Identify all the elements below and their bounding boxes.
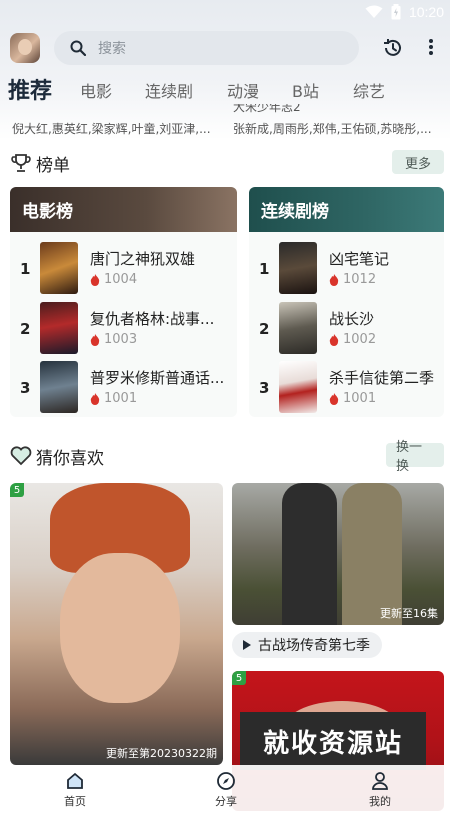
battery-icon xyxy=(391,4,401,20)
rank-number: 1 xyxy=(20,260,31,278)
wifi-icon xyxy=(365,5,383,18)
poster-image xyxy=(40,361,78,413)
trophy-icon xyxy=(11,154,31,172)
tab-series[interactable]: 连续剧 xyxy=(145,78,193,102)
heart-icon xyxy=(10,446,32,466)
series-ranking-card: 连续剧榜 1 凶宅笔记 1012 2 战长沙 1002 3 杀手信徒第二季 10… xyxy=(249,187,444,417)
fire-icon xyxy=(90,333,100,346)
heat-value: 1001 xyxy=(329,391,376,406)
ranking-item-name: 杀手信徒第二季 xyxy=(329,369,435,387)
heat-text: 1004 xyxy=(104,272,138,287)
ranking-row[interactable]: 3 杀手信徒第二季 1001 xyxy=(249,361,444,413)
history-icon[interactable] xyxy=(382,37,404,59)
person-icon xyxy=(372,772,388,790)
figure-shape xyxy=(342,483,402,625)
rank-number: 2 xyxy=(20,320,31,338)
tab-bilibili[interactable]: B站 xyxy=(292,78,319,102)
nav-home[interactable]: 首页 xyxy=(45,771,105,809)
face-shape xyxy=(60,553,180,703)
search-bar[interactable]: 搜索 xyxy=(54,31,359,65)
nav-mine[interactable]: 我的 xyxy=(350,771,410,809)
fire-icon xyxy=(90,273,100,286)
cast-strip: 大宋少年志2 倪大红,惠英红,梁家辉,叶童,刘亚津,... 张新成,周雨彤,郑伟… xyxy=(0,104,450,138)
home-icon xyxy=(67,772,83,789)
feed-title-text: 古战场传奇第七季 xyxy=(258,638,370,654)
heat-value: 1001 xyxy=(90,391,137,406)
heat-value: 1002 xyxy=(329,332,376,347)
more-vertical-icon[interactable] xyxy=(428,38,434,56)
ranking-row[interactable]: 2 复仇者格林:战事... 1003 xyxy=(10,302,237,354)
nav-mine-label: 我的 xyxy=(369,795,391,808)
refresh-button[interactable]: 换一换 xyxy=(386,440,444,474)
avatar[interactable] xyxy=(10,33,40,63)
header: 搜索 xyxy=(0,30,450,66)
tab-movie[interactable]: 电影 xyxy=(80,78,112,102)
update-label: 更新至第20230322期 xyxy=(106,747,217,760)
heat-value: 1003 xyxy=(90,332,137,347)
play-icon xyxy=(243,640,251,650)
ranking-item-name: 战长沙 xyxy=(329,310,375,328)
cast-list-right[interactable]: 张新成,周雨彤,郑伟,王佑硕,苏晓彤,... xyxy=(233,120,443,137)
heat-text: 1001 xyxy=(343,391,377,406)
ranking-row[interactable]: 1 凶宅笔记 1012 xyxy=(249,242,444,294)
ranking-item-name: 复仇者格林:战事... xyxy=(90,310,215,328)
nav-home-label: 首页 xyxy=(64,795,86,808)
series-ranking-title[interactable]: 连续剧榜 xyxy=(249,187,444,232)
feed-card[interactable]: 更新至16集 xyxy=(232,483,444,625)
score-badge: 5 xyxy=(232,671,246,685)
poster-image xyxy=(279,302,317,354)
poster-image xyxy=(279,361,317,413)
search-placeholder: 搜索 xyxy=(98,41,126,57)
score-badge: 5 xyxy=(10,483,24,497)
feed-card[interactable]: 5 更新至第20230322期 xyxy=(10,483,223,765)
guess-title: 猜你喜欢 xyxy=(36,448,104,469)
compass-icon xyxy=(217,772,235,790)
fire-icon xyxy=(329,392,339,405)
nav-share-label: 分享 xyxy=(215,795,237,808)
poster-image xyxy=(40,302,78,354)
category-tabs: 推荐 电影 连续剧 动漫 B站 综艺 xyxy=(0,72,450,106)
ranking-item-name: 唐门之神犼双雄 xyxy=(90,250,196,268)
rankings-header: 榜单 更多 xyxy=(10,150,444,176)
rankings-more-button[interactable]: 更多 xyxy=(392,150,444,174)
tab-recommend[interactable]: 推荐 xyxy=(8,73,52,105)
ranking-item-name: 凶宅笔记 xyxy=(329,250,390,268)
tab-variety[interactable]: 综艺 xyxy=(353,78,385,102)
rankings-title: 榜单 xyxy=(36,155,70,176)
status-time: 10:20 xyxy=(408,4,444,20)
rank-number: 2 xyxy=(259,320,270,338)
fire-icon xyxy=(329,273,339,286)
heat-text: 1003 xyxy=(104,332,138,347)
watermark-logo: 就收资源站 xyxy=(240,712,426,770)
guess-header: 猜你喜欢 换一换 xyxy=(10,440,444,474)
ranking-row[interactable]: 2 战长沙 1002 xyxy=(249,302,444,354)
search-icon xyxy=(70,40,86,56)
poster-image xyxy=(40,242,78,294)
rank-number: 3 xyxy=(20,379,31,397)
partial-title: 大宋少年志2 xyxy=(233,104,301,114)
poster-image xyxy=(279,242,317,294)
ranking-row[interactable]: 1 唐门之神犼双雄 1004 xyxy=(10,242,237,294)
heat-text: 1001 xyxy=(104,391,138,406)
heat-text: 1012 xyxy=(343,272,377,287)
heat-text: 1002 xyxy=(343,332,377,347)
fire-icon xyxy=(90,392,100,405)
heat-value: 1004 xyxy=(90,272,137,287)
bottom-nav: 首页 分享 我的 xyxy=(0,765,450,813)
cast-list-left[interactable]: 倪大红,惠英红,梁家辉,叶童,刘亚津,... xyxy=(12,120,222,137)
figure-shape xyxy=(282,483,337,625)
update-label: 更新至16集 xyxy=(380,607,438,620)
heat-value: 1012 xyxy=(329,272,376,287)
ranking-row[interactable]: 3 普罗米修斯普通话... 1001 xyxy=(10,361,237,413)
fire-icon xyxy=(329,333,339,346)
status-bar: 10:20 xyxy=(0,0,450,24)
movie-ranking-card: 电影榜 1 唐门之神犼双雄 1004 2 复仇者格林:战事... 1003 3 … xyxy=(10,187,237,417)
tab-anime[interactable]: 动漫 xyxy=(227,78,259,102)
nav-share[interactable]: 分享 xyxy=(196,771,256,809)
ranking-item-name: 普罗米修斯普通话... xyxy=(90,369,225,387)
feed-title[interactable]: 古战场传奇第七季 xyxy=(232,632,382,658)
movie-ranking-title[interactable]: 电影榜 xyxy=(10,187,237,232)
rank-number: 3 xyxy=(259,379,270,397)
rank-number: 1 xyxy=(259,260,270,278)
